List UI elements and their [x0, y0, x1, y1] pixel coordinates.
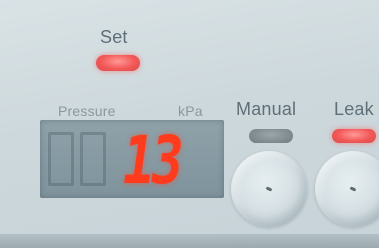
leak-button[interactable]: [315, 151, 379, 227]
pressure-readout: 13: [117, 122, 186, 199]
manual-label: Manual: [236, 99, 297, 119]
set-indicator-led: [96, 55, 140, 71]
leak-indicator-led: [332, 129, 376, 143]
knob-mark-icon: [349, 186, 357, 192]
unlit-digit: [48, 132, 74, 186]
set-label: Set: [100, 27, 128, 47]
panel-bottom-edge: [0, 234, 379, 248]
leak-label: Leak: [334, 99, 374, 119]
pressure-label: Pressure: [58, 103, 116, 119]
unit-label: kPa: [178, 103, 203, 119]
knob-mark-icon: [265, 186, 273, 192]
manual-button[interactable]: [231, 151, 307, 227]
control-panel: Set Pressure kPa 13 Manual Leak: [0, 0, 379, 248]
manual-indicator-led: [249, 129, 293, 143]
unlit-digit: [80, 132, 106, 186]
pressure-display: 13: [40, 120, 224, 199]
